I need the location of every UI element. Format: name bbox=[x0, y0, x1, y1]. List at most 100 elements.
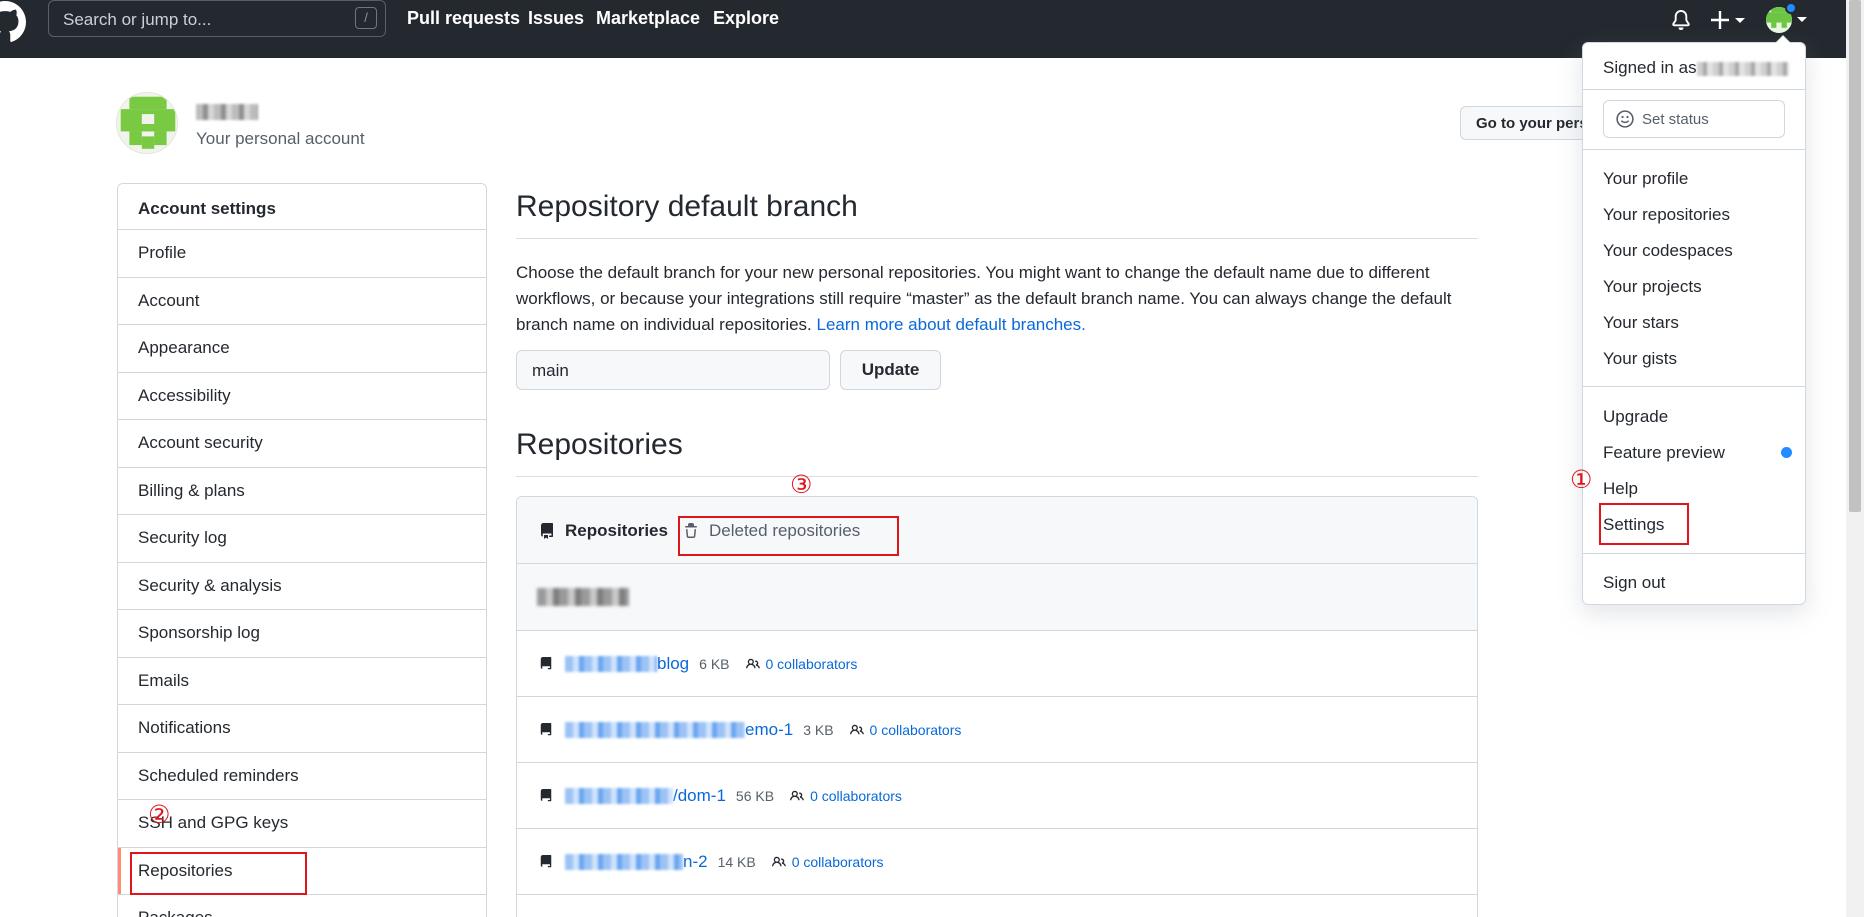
annotation-box-deleted-repositories bbox=[678, 516, 899, 556]
repo-name-redacted bbox=[565, 656, 657, 673]
menu-item-your-stars[interactable]: Your stars bbox=[1603, 313, 1679, 333]
sidebar-item-account[interactable]: Account bbox=[118, 278, 486, 325]
divider bbox=[516, 238, 1478, 239]
nav-issues[interactable]: Issues bbox=[528, 8, 584, 29]
menu-item-feature-preview[interactable]: Feature preview bbox=[1603, 443, 1725, 463]
repo-link[interactable]: n-2 bbox=[565, 852, 708, 872]
sidebar-heading: Account settings bbox=[118, 184, 486, 230]
branch-description: Choose the default branch for your new p… bbox=[516, 260, 1476, 338]
table-row: emo-1 3 KB 0 collaborators bbox=[517, 697, 1477, 763]
notification-dot bbox=[1785, 2, 1797, 14]
repo-name-suffix: n-2 bbox=[683, 851, 708, 871]
collaborators-link[interactable]: 0 collaborators bbox=[770, 854, 884, 870]
menu-item-your-repositories[interactable]: Your repositories bbox=[1603, 205, 1730, 225]
github-logo-icon[interactable] bbox=[0, 1, 26, 43]
page-scrollbar[interactable] bbox=[1846, 0, 1864, 917]
repo-name-suffix: blog bbox=[657, 653, 690, 673]
account-username-redacted bbox=[196, 104, 258, 120]
sidebar-item-profile[interactable]: Profile bbox=[118, 230, 486, 278]
menu-item-your-profile[interactable]: Your profile bbox=[1603, 169, 1688, 189]
sidebar-item-packages[interactable]: Packages bbox=[118, 895, 486, 917]
collaborators-count: 0 collaborators bbox=[791, 853, 884, 870]
top-header: Search or jump to... / Pull requests Iss… bbox=[0, 0, 1846, 58]
repo-icon bbox=[540, 656, 552, 669]
collaborators-count: 0 collaborators bbox=[869, 721, 962, 738]
repo-name-suffix: emo-1 bbox=[745, 719, 794, 739]
sidebar-item-notifications[interactable]: Notifications bbox=[118, 705, 486, 753]
chevron-down-icon[interactable] bbox=[1797, 17, 1807, 23]
collaborators-link[interactable]: 0 collaborators bbox=[788, 788, 902, 804]
divider bbox=[516, 476, 1478, 477]
menu-item-upgrade[interactable]: Upgrade bbox=[1603, 407, 1668, 427]
collaborators-link[interactable]: 0 collaborators bbox=[848, 721, 962, 738]
repo-size: 3 KB bbox=[803, 721, 834, 738]
repositories-box: Repositories Deleted repositories blog 6… bbox=[516, 496, 1478, 917]
repo-name-redacted bbox=[565, 854, 683, 871]
menu-divider bbox=[1583, 386, 1805, 387]
account-subtitle: Your personal account bbox=[196, 129, 365, 148]
menu-divider bbox=[1583, 149, 1805, 150]
update-button[interactable]: Update bbox=[840, 350, 941, 390]
menu-item-help[interactable]: Help bbox=[1603, 479, 1638, 499]
tab-repositories[interactable]: Repositories bbox=[539, 521, 668, 541]
learn-more-link[interactable]: Learn more about default branches. bbox=[817, 315, 1086, 334]
identicon-icon bbox=[117, 93, 177, 153]
signed-in-label: Signed in as bbox=[1603, 58, 1789, 78]
nav-pull-requests[interactable]: Pull requests bbox=[407, 8, 520, 29]
repo-name-suffix: /dom-1 bbox=[673, 785, 726, 805]
sidebar-item-security-analysis[interactable]: Security & analysis bbox=[118, 563, 486, 610]
sidebar-item-billing[interactable]: Billing & plans bbox=[118, 468, 486, 515]
sidebar-item-ssh-gpg-keys[interactable]: SSH and GPG keys bbox=[118, 800, 486, 848]
repo-link[interactable]: emo-1 bbox=[565, 720, 793, 740]
collaborators-link[interactable]: 0 collaborators bbox=[744, 655, 858, 672]
table-row: n-2 14 KB 0 collaborators bbox=[517, 829, 1477, 895]
tab-repositories-label: Repositories bbox=[565, 521, 668, 540]
annotation-step-1: ① bbox=[1570, 465, 1593, 494]
settings-sidebar: Account settings Profile Account Appeara… bbox=[117, 183, 487, 917]
annotation-box-repositories bbox=[130, 852, 307, 895]
sidebar-item-accessibility[interactable]: Accessibility bbox=[118, 373, 486, 420]
set-status-button[interactable]: Set status bbox=[1603, 100, 1785, 138]
annotation-step-2: ② bbox=[148, 800, 171, 829]
repo-icon bbox=[541, 523, 553, 539]
sidebar-item-sponsorship-log[interactable]: Sponsorship log bbox=[118, 610, 486, 658]
menu-divider bbox=[1583, 553, 1805, 554]
people-icon bbox=[790, 790, 804, 800]
sidebar-item-scheduled-reminders[interactable]: Scheduled reminders bbox=[118, 753, 486, 800]
people-icon bbox=[771, 856, 786, 866]
nav-explore[interactable]: Explore bbox=[713, 8, 779, 29]
owner-name-redacted bbox=[537, 588, 629, 606]
repo-link[interactable]: blog bbox=[565, 654, 689, 674]
menu-item-your-projects[interactable]: Your projects bbox=[1603, 277, 1702, 297]
annotation-box-settings bbox=[1599, 503, 1689, 545]
sidebar-item-security-log[interactable]: Security log bbox=[118, 515, 486, 563]
table-row: blog 6 KB 0 collaborators bbox=[517, 631, 1477, 697]
search-input[interactable]: Search or jump to... / bbox=[48, 0, 386, 37]
sidebar-item-appearance[interactable]: Appearance bbox=[118, 325, 486, 373]
collaborators-count: 0 collaborators bbox=[765, 655, 858, 672]
plus-icon[interactable] bbox=[1711, 10, 1749, 30]
nav-marketplace[interactable]: Marketplace bbox=[596, 8, 700, 29]
set-status-label: Set status bbox=[1642, 110, 1709, 128]
bell-icon[interactable] bbox=[1671, 9, 1691, 31]
menu-item-sign-out[interactable]: Sign out bbox=[1603, 573, 1665, 593]
repo-link[interactable]: /dom-1 bbox=[565, 786, 726, 806]
table-row: /dom-1 56 KB 0 collaborators bbox=[517, 763, 1477, 829]
repo-size: 14 KB bbox=[717, 853, 756, 870]
sidebar-item-emails[interactable]: Emails bbox=[118, 658, 486, 705]
default-branch-input[interactable]: main bbox=[516, 350, 830, 390]
search-shortcut-key: / bbox=[355, 7, 377, 29]
people-icon bbox=[745, 658, 760, 668]
collaborators-count: 0 collaborators bbox=[810, 787, 902, 804]
account-avatar bbox=[116, 92, 178, 154]
repo-size: 6 KB bbox=[699, 655, 730, 672]
scrollbar-thumb[interactable] bbox=[1849, 0, 1861, 512]
people-icon bbox=[849, 724, 864, 734]
sidebar-item-account-security[interactable]: Account security bbox=[118, 420, 486, 468]
repo-icon bbox=[540, 854, 552, 867]
repo-name-redacted bbox=[565, 788, 673, 805]
menu-item-your-gists[interactable]: Your gists bbox=[1603, 349, 1677, 369]
repo-name-redacted bbox=[565, 722, 745, 739]
signed-in-text: Signed in as bbox=[1603, 58, 1697, 77]
menu-item-your-codespaces[interactable]: Your codespaces bbox=[1603, 241, 1733, 261]
